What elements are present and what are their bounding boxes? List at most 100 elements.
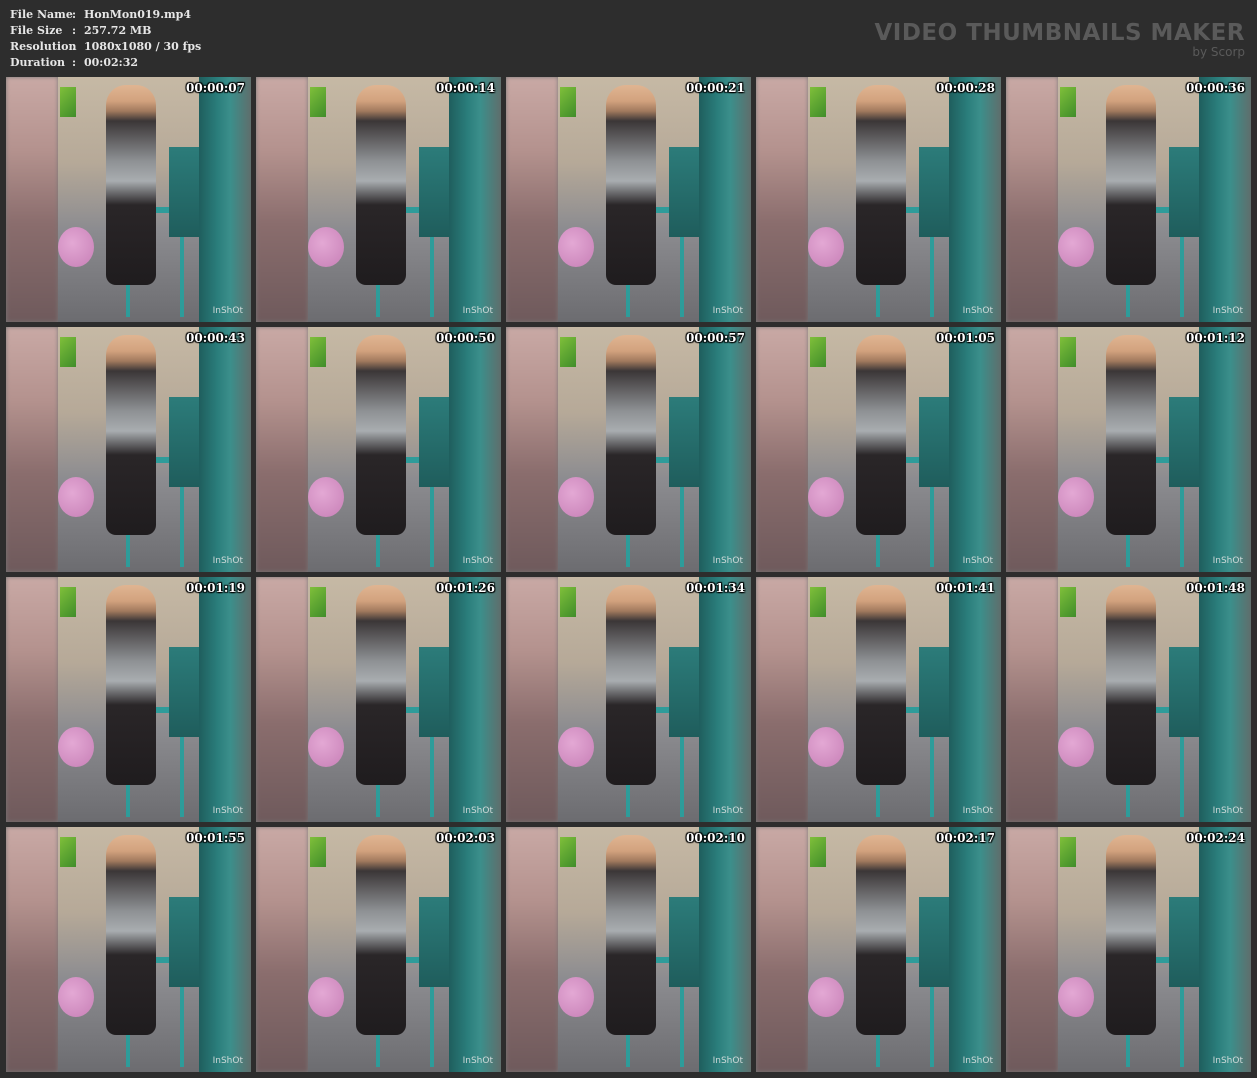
inshot-watermark: InShOt [712, 306, 743, 316]
timestamp-label: 00:00:57 [686, 331, 745, 345]
thumbnail-frame[interactable]: 00:01:26 InShOt [256, 577, 501, 822]
thumbnail-grid: 00:00:07 InShOt 00:00:14 InShOt 00:00:21 InSh… [6, 77, 1251, 1072]
thumbnail-frame[interactable]: 00:00:50 InShOt [256, 327, 501, 572]
plush-toy [58, 727, 94, 767]
thumbnail-frame[interactable]: 00:00:14 InShOt [256, 77, 501, 322]
brand-title: VIDEO THUMBNAILS MAKER [874, 20, 1245, 46]
thumbnail-frame[interactable]: 00:02:03 InShOt [256, 827, 501, 1072]
blurred-border-right [449, 827, 501, 1072]
video-frame-image [1058, 327, 1199, 572]
person-figure [856, 585, 906, 785]
thumbnail-frame[interactable]: 00:01:55 InShOt [6, 827, 251, 1072]
timestamp-label: 00:00:43 [186, 331, 245, 345]
inshot-watermark: InShOt [962, 1056, 993, 1066]
timestamp-label: 00:00:50 [436, 331, 495, 345]
blurred-border-right [199, 577, 251, 822]
blurred-border-left [256, 827, 308, 1072]
blurred-border-right [699, 577, 751, 822]
plush-toy [808, 977, 844, 1017]
meta-row-file-size: File Size : 257.72 MB [10, 23, 201, 39]
plush-toy [58, 227, 94, 267]
meta-row-file-name: File Name : HonMon019.mp4 [10, 7, 201, 23]
plush-toy [558, 477, 594, 517]
video-frame-image [308, 827, 449, 1072]
brand-logo: VIDEO THUMBNAILS MAKER by Scorp [874, 20, 1245, 58]
thumbnail-frame[interactable]: 00:02:24 InShOt [1006, 827, 1251, 1072]
video-frame-image [558, 827, 699, 1072]
header: File Name : HonMon019.mp4 File Size : 25… [0, 0, 1257, 76]
inshot-watermark: InShOt [712, 556, 743, 566]
blurred-border-left [256, 327, 308, 572]
thumbnail-frame[interactable]: 00:00:57 InShOt [506, 327, 751, 572]
timestamp-label: 00:00:07 [186, 81, 245, 95]
blurred-border-left [256, 577, 308, 822]
meta-value: 1080x1080 / 30 fps [84, 40, 202, 53]
thumbnail-frame[interactable]: 00:02:17 InShOt [756, 827, 1001, 1072]
video-frame-image [808, 327, 949, 572]
blurred-border-left [1006, 827, 1058, 1072]
plush-toy [308, 727, 344, 767]
timestamp-label: 00:01:34 [686, 581, 745, 595]
thumbnail-frame[interactable]: 00:01:34 InShOt [506, 577, 751, 822]
video-frame-image [58, 577, 199, 822]
inshot-watermark: InShOt [212, 556, 243, 566]
timestamp-label: 00:00:14 [436, 81, 495, 95]
thumbnail-frame[interactable]: 00:01:41 InShOt [756, 577, 1001, 822]
blurred-border-left [6, 327, 58, 572]
thumbnail-frame[interactable]: 00:02:10 InShOt [506, 827, 751, 1072]
meta-key: File Size [10, 24, 63, 37]
person-figure [856, 85, 906, 285]
plush-toy [808, 727, 844, 767]
person-figure [356, 85, 406, 285]
thumbnail-frame[interactable]: 00:01:12 InShOt [1006, 327, 1251, 572]
blurred-border-left [756, 827, 808, 1072]
person-figure [106, 85, 156, 285]
timestamp-label: 00:02:03 [436, 831, 495, 845]
plush-toy [1058, 977, 1094, 1017]
person-figure [1106, 585, 1156, 785]
thumbnail-frame[interactable]: 00:00:21 InShOt [506, 77, 751, 322]
plush-toy [558, 227, 594, 267]
blurred-border-right [699, 327, 751, 572]
plush-toy [308, 227, 344, 267]
plush-toy [308, 977, 344, 1017]
blurred-border-right [1199, 327, 1251, 572]
blurred-border-left [506, 577, 558, 822]
timestamp-label: 00:02:17 [936, 831, 995, 845]
thumbnail-frame[interactable]: 00:00:43 InShOt [6, 327, 251, 572]
file-metadata: File Name : HonMon019.mp4 File Size : 25… [10, 7, 201, 71]
person-figure [106, 335, 156, 535]
meta-value: 00:02:32 [84, 56, 139, 69]
plush-toy [558, 727, 594, 767]
thumbnail-frame[interactable]: 00:01:19 InShOt [6, 577, 251, 822]
person-figure [606, 585, 656, 785]
thumbnail-frame[interactable]: 00:01:05 InShOt [756, 327, 1001, 572]
inshot-watermark: InShOt [462, 556, 493, 566]
inshot-watermark: InShOt [712, 1056, 743, 1066]
thumbnail-frame[interactable]: 00:00:36 InShOt [1006, 77, 1251, 322]
meta-sep: : [72, 56, 77, 69]
inshot-watermark: InShOt [212, 1056, 243, 1066]
person-figure [606, 335, 656, 535]
video-frame-image [308, 77, 449, 322]
person-figure [1106, 335, 1156, 535]
thumbnail-frame[interactable]: 00:00:07 InShOt [6, 77, 251, 322]
inshot-watermark: InShOt [462, 806, 493, 816]
video-frame-image [1058, 827, 1199, 1072]
thumbnail-frame[interactable]: 00:00:28 InShOt [756, 77, 1001, 322]
inshot-watermark: InShOt [1212, 306, 1243, 316]
person-figure [356, 335, 406, 535]
video-frame-image [808, 577, 949, 822]
video-frame-image [58, 77, 199, 322]
video-frame-image [1058, 77, 1199, 322]
plush-toy [58, 477, 94, 517]
video-frame-image [558, 577, 699, 822]
brand-subtitle: by Scorp [1192, 45, 1245, 59]
blurred-border-right [699, 77, 751, 322]
meta-row-resolution: Resolution : 1080x1080 / 30 fps [10, 39, 201, 55]
blurred-border-right [199, 77, 251, 322]
thumbnail-frame[interactable]: 00:01:48 InShOt [1006, 577, 1251, 822]
person-figure [106, 585, 156, 785]
person-figure [106, 835, 156, 1035]
inshot-watermark: InShOt [1212, 1056, 1243, 1066]
